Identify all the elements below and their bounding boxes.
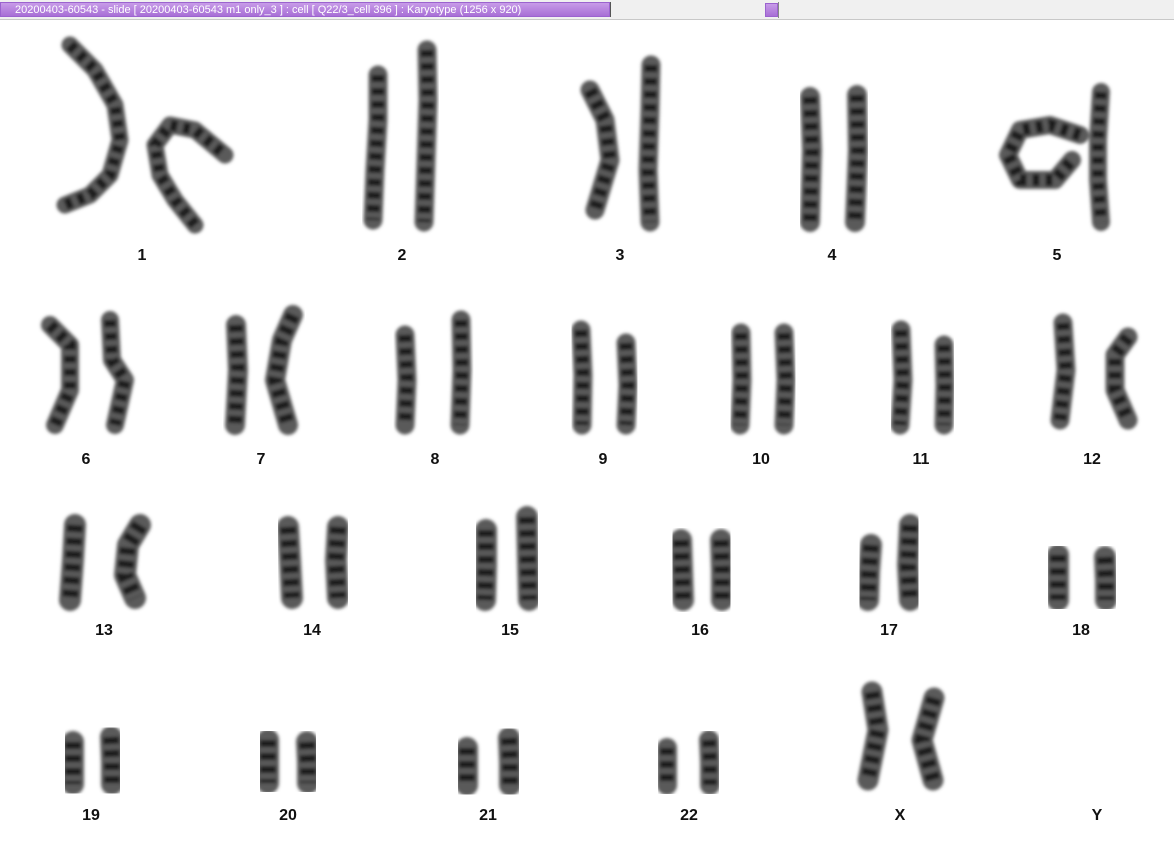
chromosome-pair-9[interactable] bbox=[571, 320, 638, 435]
chromosome-pair-10[interactable] bbox=[730, 323, 796, 435]
chromosome-pair-14[interactable] bbox=[277, 516, 349, 609]
chromatid-1 bbox=[277, 516, 303, 609]
chromosome-pair-13[interactable] bbox=[59, 514, 151, 611]
chromosome-layer bbox=[41, 36, 1138, 796]
chromosome-pair-8[interactable] bbox=[395, 310, 472, 435]
scroll-thumb[interactable] bbox=[765, 3, 778, 17]
chromosome-label-16: 16 bbox=[691, 622, 709, 639]
chromosome-label-5: 5 bbox=[1053, 247, 1062, 264]
chromosome-label-18: 18 bbox=[1072, 622, 1090, 639]
chromatid-2 bbox=[897, 514, 921, 611]
chromosome-label-12: 12 bbox=[1083, 451, 1101, 468]
chromosome-pair-19[interactable] bbox=[62, 726, 123, 795]
chromosome-pair-4[interactable] bbox=[800, 85, 868, 232]
chromosome-pair-17[interactable] bbox=[857, 514, 921, 611]
chromosome-label-13: 13 bbox=[95, 622, 113, 639]
chromosome-label-22: 22 bbox=[680, 807, 698, 824]
chromosome-label-11: 11 bbox=[913, 451, 930, 468]
chromosome-label-X: X bbox=[895, 807, 906, 824]
chromosome-label-4: 4 bbox=[828, 247, 837, 264]
chromosome-pair-23[interactable] bbox=[857, 681, 945, 791]
chromosome-pair-1[interactable] bbox=[56, 36, 234, 234]
chromosome-pair-3[interactable] bbox=[580, 55, 661, 232]
window-titlebar: 20200403-60543 - slide [ 20200403-60543 … bbox=[0, 0, 1174, 20]
karyotype-canvas: 1 2 3 4 56 7 8 9 10 11 1213 14 15 16 17 1819 20 21 22 X Y bbox=[41, 36, 1138, 824]
chromosome-label-8: 8 bbox=[431, 451, 440, 468]
chromosome-label-19: 19 bbox=[82, 807, 100, 824]
chromosome-pair-5[interactable] bbox=[999, 83, 1110, 231]
chromosome-label-15: 15 bbox=[501, 622, 519, 639]
chromosome-label-Y: Y bbox=[1092, 807, 1103, 824]
chromosome-pair-22[interactable] bbox=[657, 730, 720, 795]
chromosome-pair-20[interactable] bbox=[257, 729, 319, 794]
chromosome-pair-12[interactable] bbox=[1050, 313, 1138, 430]
chromosome-pair-21[interactable] bbox=[456, 727, 521, 796]
chromosome-label-17: 17 bbox=[880, 622, 898, 639]
scroll-divider bbox=[778, 2, 779, 18]
chromosome-label-2: 2 bbox=[398, 247, 407, 264]
chromosome-label-10: 10 bbox=[752, 451, 770, 468]
chromosome-label-9: 9 bbox=[599, 451, 608, 468]
chromosome-label-1: 1 bbox=[138, 247, 147, 264]
chromosome-pair-16[interactable] bbox=[670, 529, 733, 611]
chromosome-label-3: 3 bbox=[616, 247, 625, 264]
chromosome-pair-6[interactable] bbox=[41, 311, 134, 434]
chromosome-pair-11[interactable] bbox=[890, 320, 955, 435]
chromosome-label-14: 14 bbox=[303, 622, 321, 639]
chromosome-label-20: 20 bbox=[279, 807, 297, 824]
chromosome-label-6: 6 bbox=[82, 451, 91, 468]
chromatid-1 bbox=[59, 514, 86, 611]
chromosome-label-7: 7 bbox=[257, 451, 266, 468]
window-title[interactable]: 20200403-60543 - slide [ 20200403-60543 … bbox=[0, 2, 610, 17]
chromosome-bands bbox=[1092, 91, 1107, 223]
title-tab-divider bbox=[610, 2, 611, 17]
chromosome-pair-18[interactable] bbox=[1047, 544, 1117, 611]
chromosome-label-21: 21 bbox=[479, 807, 497, 824]
chromatid-1 bbox=[474, 519, 497, 611]
chromosome-pair-2[interactable] bbox=[363, 40, 438, 232]
chromatid-2 bbox=[325, 516, 349, 609]
chromosome-pair-7[interactable] bbox=[225, 305, 303, 435]
chromosome-pair-15[interactable] bbox=[474, 506, 540, 611]
